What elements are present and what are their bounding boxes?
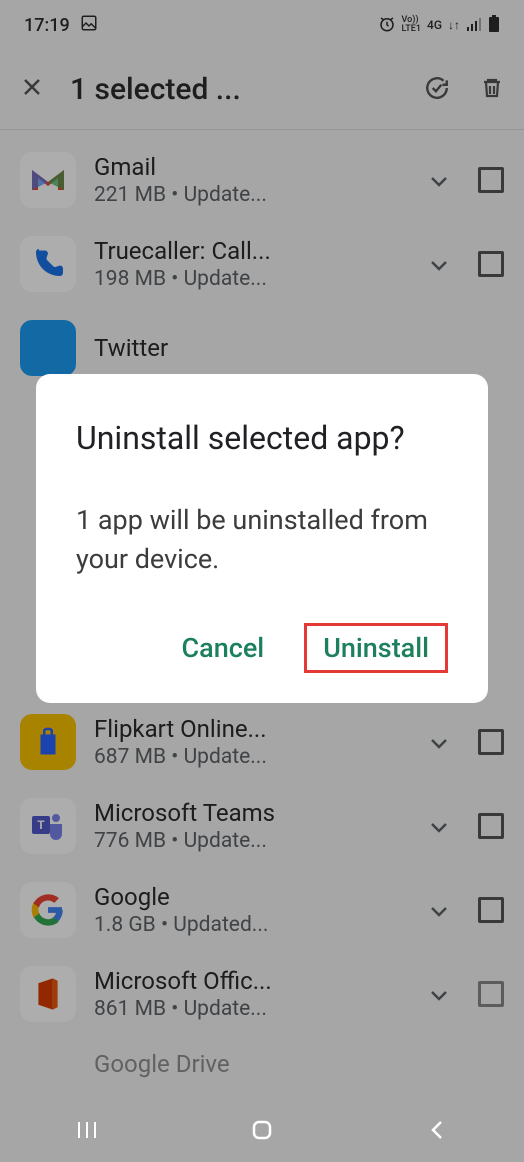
- system-nav-bar: [0, 1098, 524, 1162]
- back-button[interactable]: [422, 1118, 452, 1142]
- cancel-button[interactable]: Cancel: [172, 626, 275, 670]
- uninstall-dialog: Uninstall selected app? 1 app will be un…: [36, 374, 488, 703]
- home-button[interactable]: [247, 1118, 277, 1142]
- dialog-title: Uninstall selected app?: [76, 416, 448, 461]
- recents-button[interactable]: [72, 1118, 102, 1142]
- uninstall-button[interactable]: Uninstall: [304, 623, 448, 673]
- dialog-body: 1 app will be uninstalled from your devi…: [76, 501, 448, 579]
